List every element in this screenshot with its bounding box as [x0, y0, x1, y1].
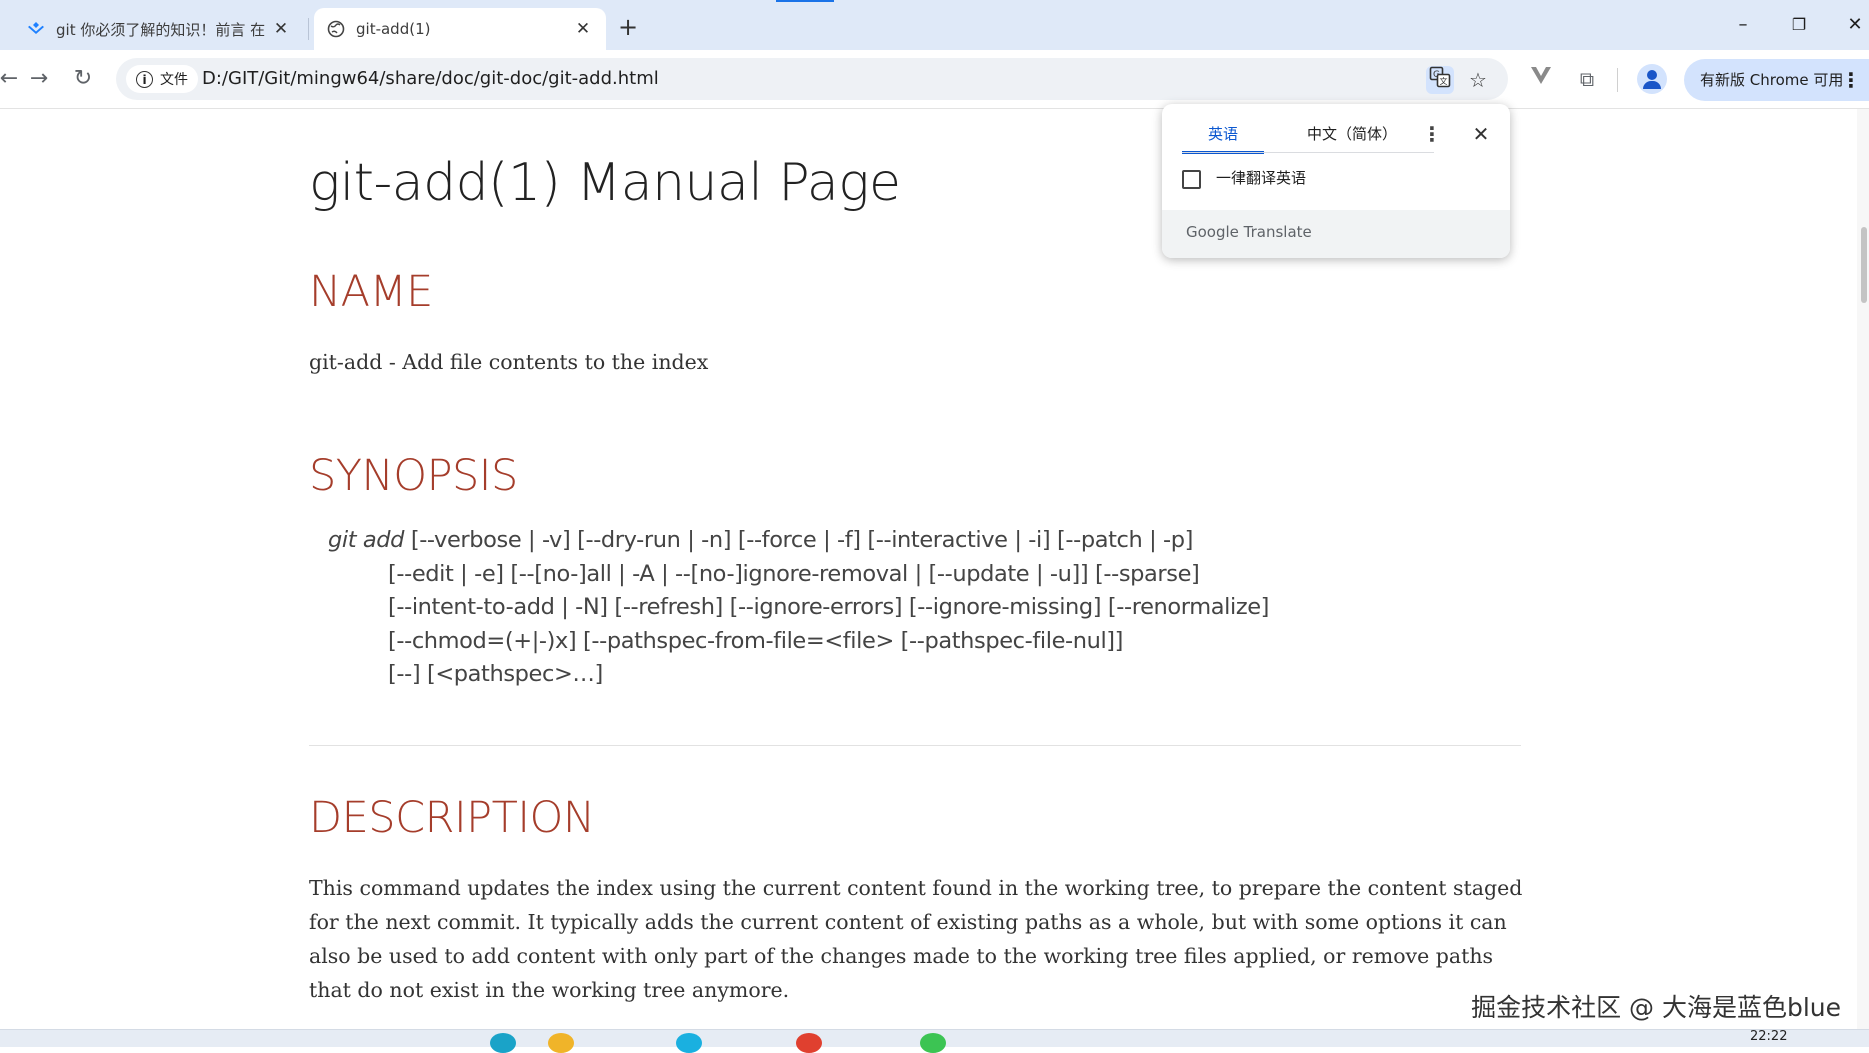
reload-icon[interactable]: ↻ [66, 62, 100, 96]
forward-icon[interactable]: → [22, 62, 56, 96]
page-scrollbar[interactable] [1857, 109, 1869, 1029]
globe-icon [326, 19, 346, 39]
synopsis-command: git add [328, 527, 405, 553]
popup-close-icon[interactable]: ✕ [1466, 118, 1496, 150]
tab-juejin[interactable]: git 你必须了解的知识！前言 在 ✕ [14, 8, 304, 50]
taskbar-app-icon[interactable] [796, 1033, 822, 1053]
update-label: 有新版 Chrome 可用 [1700, 71, 1844, 89]
page-title: git-add(1) Manual Page [309, 153, 901, 213]
translate-icon[interactable]: G文 [1426, 66, 1454, 94]
tab-close-icon[interactable]: ✕ [572, 19, 594, 39]
site-info-chip[interactable]: i 文件 [126, 65, 198, 93]
extension-vue-icon[interactable] [1524, 62, 1558, 96]
tab-target-language[interactable]: 中文（简体） [1282, 118, 1422, 154]
section-divider [309, 745, 1521, 746]
profile-avatar[interactable] [1637, 64, 1667, 94]
watermark: 掘金技术社区 @ 大海是蓝色blue [1471, 993, 1841, 1022]
synopsis-line: [--chmod=(+|-)x] [--pathspec-from-file=<… [388, 628, 1124, 654]
section-heading-description: DESCRIPTION [309, 793, 595, 843]
address-bar[interactable]: i 文件 D:/GIT/Git/mingw64/share/doc/git-do… [116, 58, 1508, 100]
always-translate-checkbox[interactable] [1182, 170, 1201, 189]
site-chip-label: 文件 [160, 72, 188, 88]
new-tab-button[interactable]: + [612, 12, 644, 44]
popup-tab-underline [1182, 152, 1434, 153]
google-translate-label: Google Translate [1186, 223, 1312, 241]
section-heading-name: NAME [309, 267, 433, 317]
tab-git-add[interactable]: git-add(1) ✕ [314, 8, 606, 50]
restore-icon[interactable]: ❐ [1776, 6, 1822, 44]
tab-search-accent [776, 0, 834, 2]
popup-footer: Google Translate [1162, 210, 1510, 258]
svg-text:文: 文 [1440, 76, 1448, 86]
browser-toolbar: ← → ↻ i 文件 D:/GIT/Git/mingw64/share/doc/… [0, 50, 1869, 109]
always-translate-label: 一律翻译英语 [1216, 169, 1307, 187]
minimize-icon[interactable]: – [1720, 6, 1766, 44]
tab-strip: git 你必须了解的知识！前言 在 ✕ git-add(1) ✕ + – ❐ ✕ [0, 0, 1869, 50]
tab-source-language[interactable]: 英语 [1182, 118, 1264, 154]
name-description: git-add - Add file contents to the index [309, 350, 709, 374]
popup-more-icon[interactable]: ⋮ [1417, 118, 1447, 150]
tab-close-icon[interactable]: ✕ [270, 19, 292, 39]
toolbar-divider [1617, 68, 1618, 92]
taskbar-app-icon[interactable] [548, 1033, 574, 1053]
description-paragraph: This command updates the index using the… [309, 876, 1523, 1002]
synopsis-options: [--verbose | -v] [--dry-run | -n] [--for… [410, 527, 1194, 553]
taskbar-app-icon[interactable] [676, 1033, 702, 1053]
synopsis-line: [--] [<pathspec>…​] [388, 661, 603, 687]
chrome-update-button[interactable]: 有新版 Chrome 可用 ⋮ [1684, 59, 1869, 101]
tab-title: git 你必须了解的知识！前言 在 [56, 20, 266, 39]
synopsis-line: git add [--verbose | -v] [--dry-run | -n… [328, 527, 1193, 553]
info-icon: i [136, 70, 153, 88]
taskbar-app-icon[interactable] [920, 1033, 946, 1053]
taskbar-app-icon[interactable] [490, 1033, 516, 1053]
url-text[interactable]: D:/GIT/Git/mingw64/share/doc/git-doc/git… [202, 68, 659, 89]
menu-kebab-icon[interactable]: ⋮ [1841, 59, 1861, 101]
juejin-icon [26, 19, 46, 39]
scrollbar-thumb[interactable] [1861, 227, 1867, 303]
section-heading-synopsis: SYNOPSIS [309, 451, 518, 501]
window-close-icon[interactable]: ✕ [1832, 6, 1869, 44]
translate-popup: 英语 中文（简体） ⋮ ✕ 一律翻译英语 Google Translate [1162, 104, 1510, 258]
synopsis-line: [--edit | -e] [--[no-]all | -A | --[no-]… [388, 561, 1200, 587]
bookmark-star-icon[interactable]: ☆ [1464, 66, 1492, 94]
synopsis-line: [--intent-to-add | -N] [--refresh] [--ig… [388, 594, 1270, 620]
tab-title: git-add(1) [356, 20, 431, 38]
taskbar-clock: 22:22 [1750, 1029, 1788, 1044]
os-taskbar: 22:22 [0, 1029, 1869, 1053]
extensions-puzzle-icon[interactable]: ⧉ [1570, 62, 1604, 96]
page-content: git-add(1) Manual Page NAME git-add - Ad… [0, 109, 1869, 1029]
tab-divider [308, 18, 309, 40]
